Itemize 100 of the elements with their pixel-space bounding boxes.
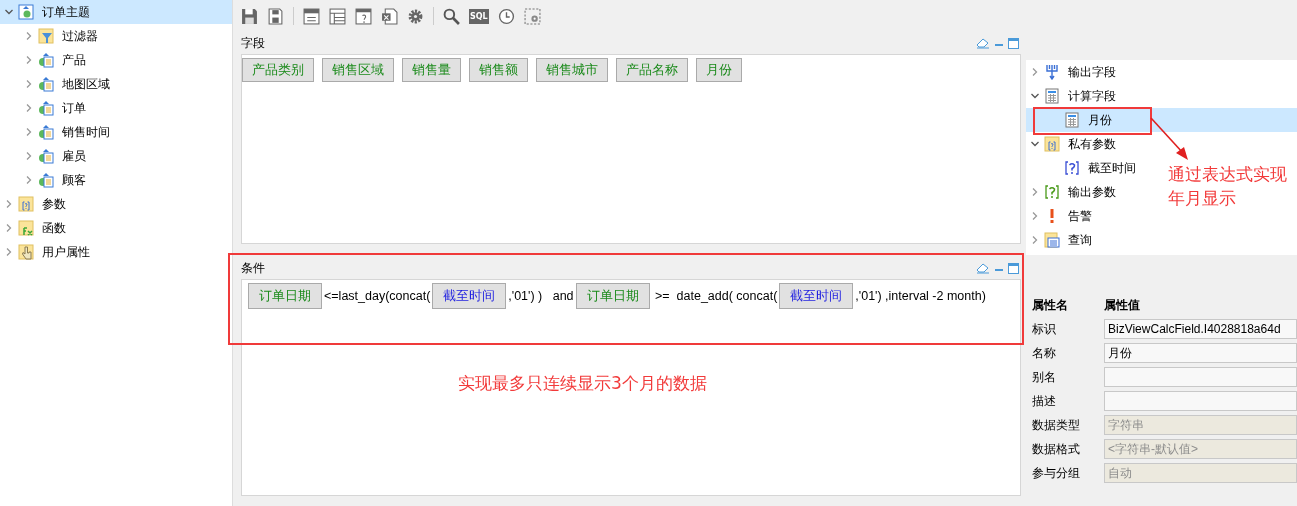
funnel-icon (38, 28, 54, 44)
hand-icon (18, 244, 34, 260)
expand-chevron-icon[interactable] (1030, 67, 1040, 77)
property-value-field[interactable] (1104, 367, 1297, 387)
parameter-chip[interactable]: 截至时间 (432, 283, 507, 309)
search-icon[interactable] (443, 7, 460, 25)
property-name: 名称 (1032, 344, 1057, 362)
fields-panel-title: 字段 (241, 34, 265, 52)
sql-button[interactable]: SQL (469, 8, 489, 24)
collapse-chevron-icon[interactable] (1030, 139, 1040, 149)
field-chip[interactable]: 订单日期 (575, 283, 650, 309)
settings-icon[interactable] (407, 7, 424, 25)
tree-item[interactable]: 用户属性 (0, 240, 90, 264)
field-chip[interactable]: 订单日期 (248, 283, 322, 309)
table-layout-icon[interactable] (329, 7, 346, 25)
query-icon (1044, 232, 1060, 248)
property-value-field[interactable] (1104, 391, 1297, 411)
tree-item[interactable]: 截至时间 (1026, 156, 1136, 180)
eraser-icon[interactable] (976, 37, 990, 49)
expand-chevron-icon[interactable] (24, 55, 34, 65)
tree-item[interactable]: 告警 (1026, 204, 1092, 228)
expression-text: >= date_add( concat( (654, 289, 778, 303)
field-chip[interactable]: 销售额 (469, 58, 528, 82)
expand-chevron-icon[interactable] (24, 31, 34, 41)
tree-item[interactable]: 顾客 (0, 168, 86, 192)
property-name: 标识 (1032, 320, 1057, 338)
table-icon (38, 124, 54, 140)
maximize-icon[interactable] (1008, 262, 1019, 274)
tree-item[interactable]: 参数 (0, 192, 66, 216)
expand-chevron-icon[interactable] (1030, 211, 1040, 221)
expression-text: ,'01') ,interval -2 month) (855, 289, 986, 303)
excel-icon[interactable] (381, 7, 398, 25)
expand-chevron-icon[interactable] (24, 127, 34, 137)
parameter-icon (1044, 136, 1060, 152)
annotation-note: 通过表达式实现年月显示 (1168, 163, 1288, 210)
table-icon (38, 76, 54, 92)
function-icon (18, 220, 34, 236)
save-as-icon[interactable] (267, 7, 284, 25)
clock-icon[interactable] (497, 7, 515, 25)
property-name-header: 属性名 (1032, 296, 1069, 314)
table-icon (38, 100, 54, 116)
expression-text: <=last_day(concat( (324, 289, 431, 303)
tree-item[interactable]: 计算字段 (1026, 84, 1116, 108)
field-chip[interactable]: 销售量 (402, 58, 461, 82)
eraser-icon[interactable] (976, 262, 990, 274)
tree-item[interactable]: 函数 (0, 216, 66, 240)
table-icon (38, 52, 54, 68)
annotation-note: 实现最多只连续显示3个月的数据 (458, 372, 707, 395)
expand-chevron-icon[interactable] (24, 103, 34, 113)
parameter-icon (18, 196, 34, 212)
property-name: 数据类型 (1032, 416, 1081, 434)
field-chip[interactable]: 月份 (696, 58, 742, 82)
collapse-chevron-icon[interactable] (4, 7, 14, 17)
save-icon[interactable] (241, 7, 258, 25)
expand-chevron-icon[interactable] (24, 175, 34, 185)
maximize-icon[interactable] (1008, 37, 1019, 49)
table-icon (38, 148, 54, 164)
topic-icon (18, 4, 34, 20)
tree-item[interactable]: 销售时间 (0, 120, 110, 144)
tree-item[interactable]: 私有参数 (1026, 132, 1116, 156)
help-icon[interactable] (355, 7, 372, 25)
field-chip[interactable]: 销售区域 (322, 58, 394, 82)
expand-chevron-icon[interactable] (4, 247, 14, 257)
expand-chevron-icon[interactable] (24, 151, 34, 161)
condition-panel-title: 条件 (241, 259, 265, 277)
parameter-chip[interactable]: 截至时间 (779, 283, 854, 309)
tree-item[interactable]: 产品 (0, 48, 86, 72)
expand-chevron-icon[interactable] (4, 223, 14, 233)
property-name: 别名 (1032, 368, 1057, 386)
tree-item[interactable]: 查询 (1026, 228, 1092, 252)
expand-chevron-icon[interactable] (1030, 235, 1040, 245)
tree-item[interactable]: 订单 (0, 96, 86, 120)
table-icon (38, 172, 54, 188)
selection-icon[interactable] (523, 7, 541, 25)
expand-chevron-icon[interactable] (1030, 187, 1040, 197)
calculator-icon (1064, 112, 1080, 128)
tree-item[interactable]: 雇员 (0, 144, 86, 168)
expression-text: ,'01') ) and (508, 289, 574, 303)
tree-item[interactable]: 输出字段 (1026, 60, 1116, 84)
question-mark-icon (1044, 184, 1060, 200)
field-chip[interactable]: 产品类别 (242, 58, 314, 82)
tree-item[interactable]: 地图区域 (0, 72, 110, 96)
property-value-header: 属性值 (1104, 296, 1140, 314)
property-value-field[interactable]: BizViewCalcField.I4028818a64d (1104, 319, 1297, 339)
collapse-chevron-icon[interactable] (1030, 91, 1040, 101)
annotation-arrow (1150, 117, 1190, 161)
property-name: 参与分组 (1032, 464, 1081, 482)
field-chip[interactable]: 销售城市 (536, 58, 608, 82)
expand-chevron-icon[interactable] (24, 79, 34, 89)
question-mark-icon (1064, 160, 1080, 176)
tree-item[interactable]: 订单主题 (0, 0, 232, 24)
expand-chevron-icon[interactable] (4, 199, 14, 209)
field-chip[interactable]: 产品名称 (616, 58, 688, 82)
property-value-field[interactable]: 月份 (1104, 343, 1297, 363)
tree-item[interactable]: 月份 (1026, 108, 1297, 132)
output-fields-icon (1044, 64, 1060, 80)
property-name: 描述 (1032, 392, 1057, 410)
layout-icon[interactable] (303, 7, 320, 25)
tree-item[interactable]: 过滤器 (0, 24, 98, 48)
tree-item[interactable]: 输出参数 (1026, 180, 1116, 204)
